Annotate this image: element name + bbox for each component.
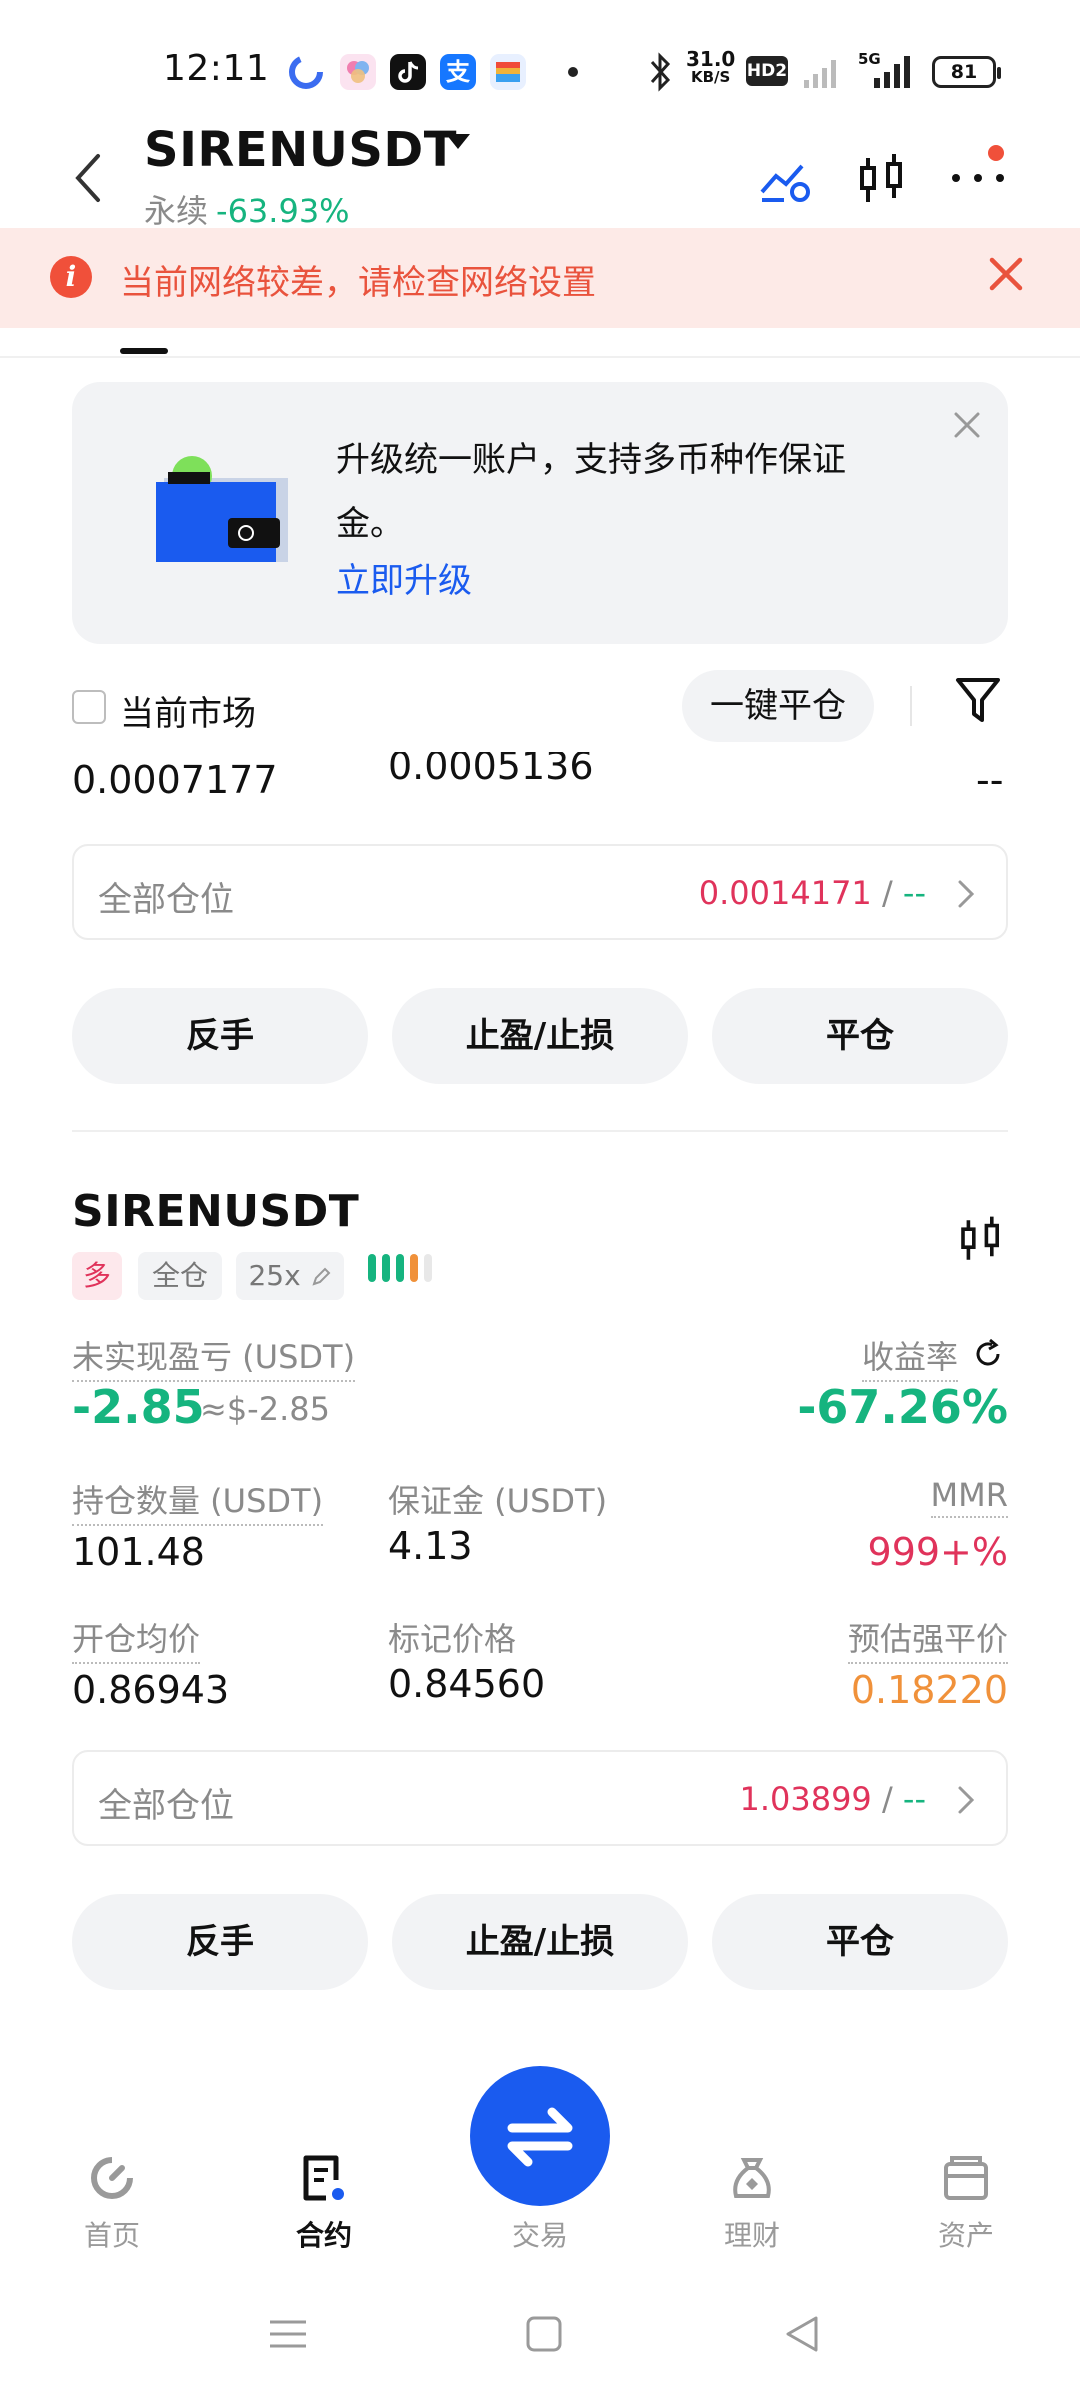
- roi-value: -67.26%: [797, 1380, 1008, 1434]
- warning-close-icon[interactable]: [984, 252, 1028, 296]
- current-market-checkbox[interactable]: [72, 690, 106, 724]
- swap-icon: [507, 2107, 573, 2167]
- pair-subtitle: 永续 -63.93%: [144, 186, 350, 232]
- leverage-badge[interactable]: 25x: [236, 1252, 344, 1300]
- filter-icon[interactable]: [954, 674, 1002, 728]
- close-position-button[interactable]: 平仓: [712, 988, 1008, 1084]
- nav-earn[interactable]: 理财: [692, 2150, 812, 2254]
- mark-price-value: 0.84560: [388, 1662, 546, 1706]
- hd-badge: HD2: [746, 56, 788, 86]
- back-button[interactable]: [70, 150, 110, 206]
- earn-icon: [733, 2158, 771, 2198]
- mark-price-label: 标记价格: [388, 1620, 517, 1658]
- position-size-label: 持仓数量 (USDT): [72, 1476, 324, 1526]
- home-icon: [91, 2157, 133, 2199]
- all-positions-label: 全部仓位: [98, 1786, 234, 1826]
- side-badge: 多: [72, 1252, 122, 1300]
- tpsl-button[interactable]: 止盈/止损: [392, 988, 688, 1084]
- margin-mode-badge: 全仓: [138, 1252, 222, 1300]
- margin-value: 4.13: [388, 1524, 473, 1568]
- notification-badge: [988, 145, 1004, 161]
- trade-fab-button[interactable]: [470, 2066, 610, 2206]
- wallet-illustration-icon: [150, 450, 290, 574]
- bluetooth-icon: [648, 52, 672, 96]
- entry-price-value: 0.86943: [72, 1668, 230, 1712]
- position-size-value: 101.48: [72, 1530, 205, 1574]
- current-market-label: 当前市场: [120, 694, 256, 734]
- app-wallet-icon: [490, 54, 526, 90]
- close-position-button[interactable]: 平仓: [712, 1894, 1008, 1990]
- system-menu-icon[interactable]: [266, 2312, 310, 2356]
- partial-value-middle: 0.0005136: [388, 752, 594, 788]
- nav-assets[interactable]: 资产: [906, 2150, 1026, 2254]
- reverse-button[interactable]: 反手: [72, 988, 368, 1084]
- partial-value-right: --: [976, 758, 1004, 802]
- candlestick-chart-icon[interactable]: [852, 150, 912, 210]
- liquidation-price-value: 0.18220: [850, 1668, 1008, 1712]
- edit-icon: [311, 1267, 330, 1286]
- all-positions-row[interactable]: 全部仓位 1.03899 / --: [72, 1750, 1008, 1846]
- partial-value-left: 0.0007177: [72, 758, 278, 802]
- pair-title[interactable]: SIRENUSDT: [144, 122, 457, 178]
- entry-price-label: 开仓均价: [72, 1614, 201, 1664]
- nav-home[interactable]: 首页: [52, 2150, 172, 2254]
- all-positions-value: 0.0014171 / --: [698, 874, 926, 912]
- trend-settings-icon[interactable]: [756, 150, 816, 210]
- unrealized-pnl-usd: ≈$-2.85: [200, 1390, 330, 1428]
- signal-strong-icon: [868, 54, 918, 94]
- system-home-icon[interactable]: [522, 2312, 566, 2356]
- price-change: -63.93%: [216, 192, 350, 230]
- section-divider: [72, 1130, 1008, 1132]
- promo-text: 升级统一账户，支持多币种作保证金。: [336, 440, 846, 544]
- futures-icon: [303, 2155, 344, 2201]
- close-all-button[interactable]: 一键平仓: [682, 670, 874, 742]
- reverse-button[interactable]: 反手: [72, 1894, 368, 1990]
- nav-futures[interactable]: 合约: [264, 2150, 384, 2254]
- battery-indicator: 81: [932, 56, 1001, 88]
- system-back-icon[interactable]: [780, 2312, 824, 2356]
- filter-separator: [910, 686, 912, 726]
- upgrade-now-link[interactable]: 立即升级: [336, 553, 472, 602]
- position-symbol: SIRENUSDT: [72, 1186, 360, 1237]
- tab-divider: [0, 356, 1080, 358]
- roi-label: 收益率: [861, 1332, 958, 1382]
- chevron-right-icon: [956, 878, 978, 910]
- app-tiktok-icon: [390, 54, 426, 90]
- chevron-right-icon: [956, 1784, 978, 1816]
- position-chart-icon[interactable]: [954, 1210, 1008, 1274]
- nav-trade-label: 交易: [511, 2219, 568, 2252]
- app-browser-icon: [288, 54, 324, 90]
- all-positions-row[interactable]: 全部仓位 0.0014171 / --: [72, 844, 1008, 940]
- notification-dot-icon: [568, 67, 578, 77]
- assets-icon: [944, 2156, 988, 2200]
- unrealized-pnl-value: -2.85: [72, 1380, 205, 1434]
- tab-indicator: [120, 348, 168, 354]
- status-time: 12:11: [163, 48, 270, 89]
- unrealized-pnl-label: 未实现盈亏 (USDT): [72, 1332, 356, 1382]
- mmr-label: MMR: [930, 1476, 1008, 1518]
- tpsl-button[interactable]: 止盈/止损: [392, 1894, 688, 1990]
- pair-dropdown-icon[interactable]: [446, 134, 470, 149]
- net-speed-unit: KB/S: [691, 68, 731, 86]
- network-warning-text: 当前网络较差，请检查网络设置: [120, 263, 596, 303]
- net-speed-value: 31.0: [686, 47, 736, 71]
- app-alipay-icon: 支: [440, 54, 476, 90]
- all-positions-value: 1.03899 / --: [739, 1780, 926, 1818]
- liquidation-price-label: 预估强平价: [847, 1614, 1008, 1664]
- all-positions-label: 全部仓位: [98, 880, 234, 920]
- contract-type: 永续: [144, 192, 209, 230]
- info-icon: i: [50, 256, 92, 298]
- promo-close-icon[interactable]: [950, 408, 984, 442]
- signal-weak-icon: [800, 54, 846, 94]
- margin-label: 保证金 (USDT): [388, 1482, 608, 1520]
- app-flower-icon: [340, 54, 376, 90]
- mmr-value: 999+%: [867, 1530, 1008, 1574]
- refresh-icon[interactable]: [972, 1338, 1004, 1374]
